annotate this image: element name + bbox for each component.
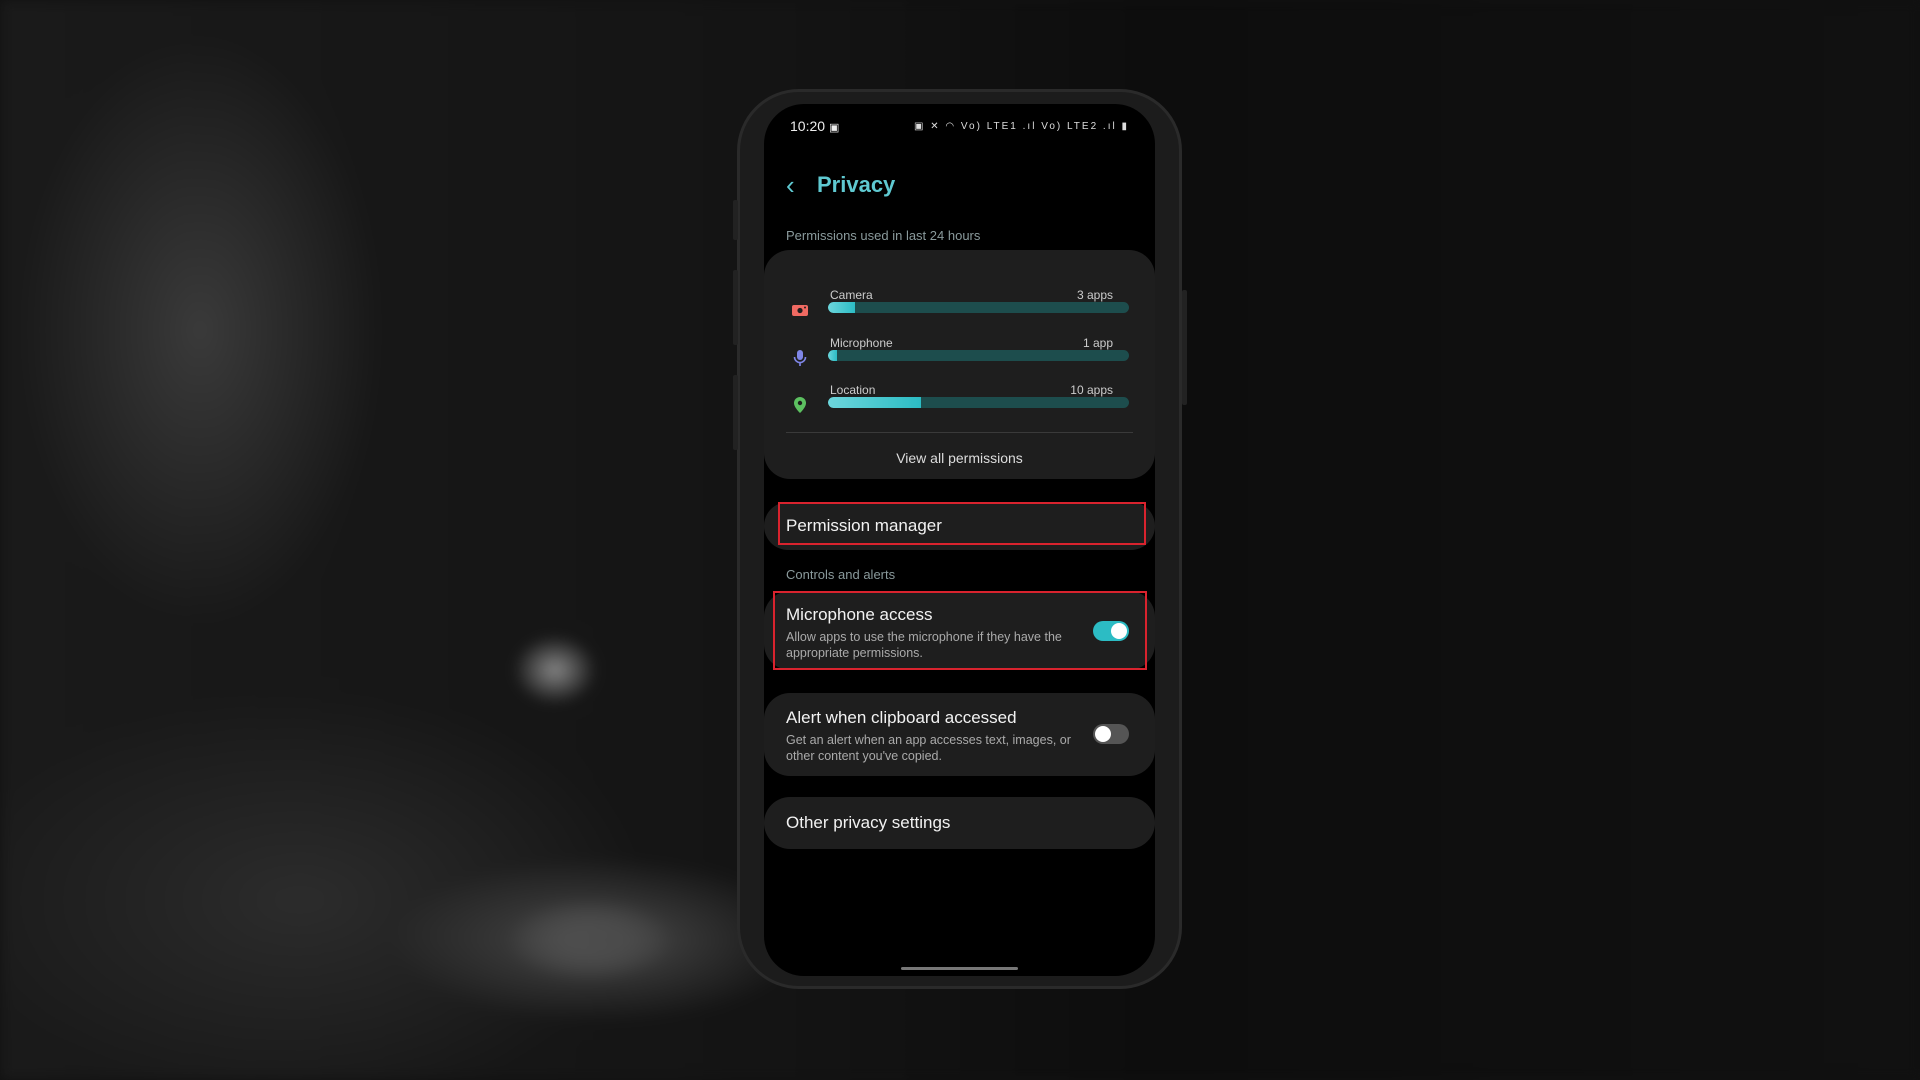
view-all-permissions-button[interactable]: View all permissions [764, 450, 1155, 466]
usage-label: Camera [830, 288, 873, 302]
location-icon [794, 397, 806, 413]
usage-row-location[interactable]: Location 10 apps [764, 383, 1155, 423]
back-button[interactable]: ‹ [786, 170, 795, 201]
phone-side-button [733, 200, 738, 240]
clock: 10:20 [790, 118, 826, 134]
usage-count: 3 apps [1076, 288, 1113, 302]
usage-count: 1 app [1082, 336, 1113, 350]
phone-side-button [733, 270, 738, 345]
status-bar: 10:20 ▣ ▣ ✕ ◠ Vo) LTE1 .ıl Vo) LTE2 .ıl … [790, 118, 1129, 134]
home-indicator[interactable] [901, 967, 1018, 970]
gallery-icon: ▣ [828, 122, 840, 134]
microphone-icon [793, 350, 807, 366]
section-label-usage: Permissions used in last 24 hours [786, 228, 981, 243]
phone-screen: 10:20 ▣ ▣ ✕ ◠ Vo) LTE1 .ıl Vo) LTE2 .ıl … [764, 104, 1155, 976]
clipboard-alert-title: Alert when clipboard accessed [786, 708, 1017, 727]
usage-bar-fill [828, 350, 838, 361]
clipboard-alert-item[interactable]: Alert when clipboard accessed Get an ale… [764, 693, 1155, 776]
other-privacy-settings-label: Other privacy settings [786, 813, 951, 832]
usage-bar-fill [828, 302, 856, 313]
phone-side-button [733, 375, 738, 450]
highlight-box [778, 502, 1146, 545]
section-label-controls: Controls and alerts [786, 567, 896, 582]
usage-bar [828, 397, 1129, 408]
other-privacy-settings-item[interactable]: Other privacy settings [764, 797, 1155, 849]
usage-row-microphone[interactable]: Microphone 1 app [764, 336, 1155, 376]
phone-power-button [1182, 290, 1187, 405]
usage-bar [828, 350, 1129, 361]
clipboard-alert-toggle[interactable] [1093, 724, 1129, 744]
usage-label: Microphone [830, 336, 893, 350]
permissions-usage-card: Camera 3 apps Microphone 1 app Location … [764, 250, 1155, 479]
page-title: Privacy [817, 172, 896, 197]
clipboard-alert-subtitle: Get an alert when an app accesses text, … [786, 733, 1071, 763]
usage-count: 10 apps [1070, 383, 1113, 397]
usage-row-camera[interactable]: Camera 3 apps [764, 288, 1155, 328]
status-icons: ▣ ✕ ◠ Vo) LTE1 .ıl Vo) LTE2 .ıl ▮ [914, 120, 1129, 132]
usage-label: Location [830, 383, 876, 397]
highlight-box [773, 591, 1147, 670]
usage-bar-fill [828, 397, 922, 408]
usage-bar [828, 302, 1129, 313]
divider [786, 432, 1133, 433]
camera-icon [792, 305, 808, 316]
